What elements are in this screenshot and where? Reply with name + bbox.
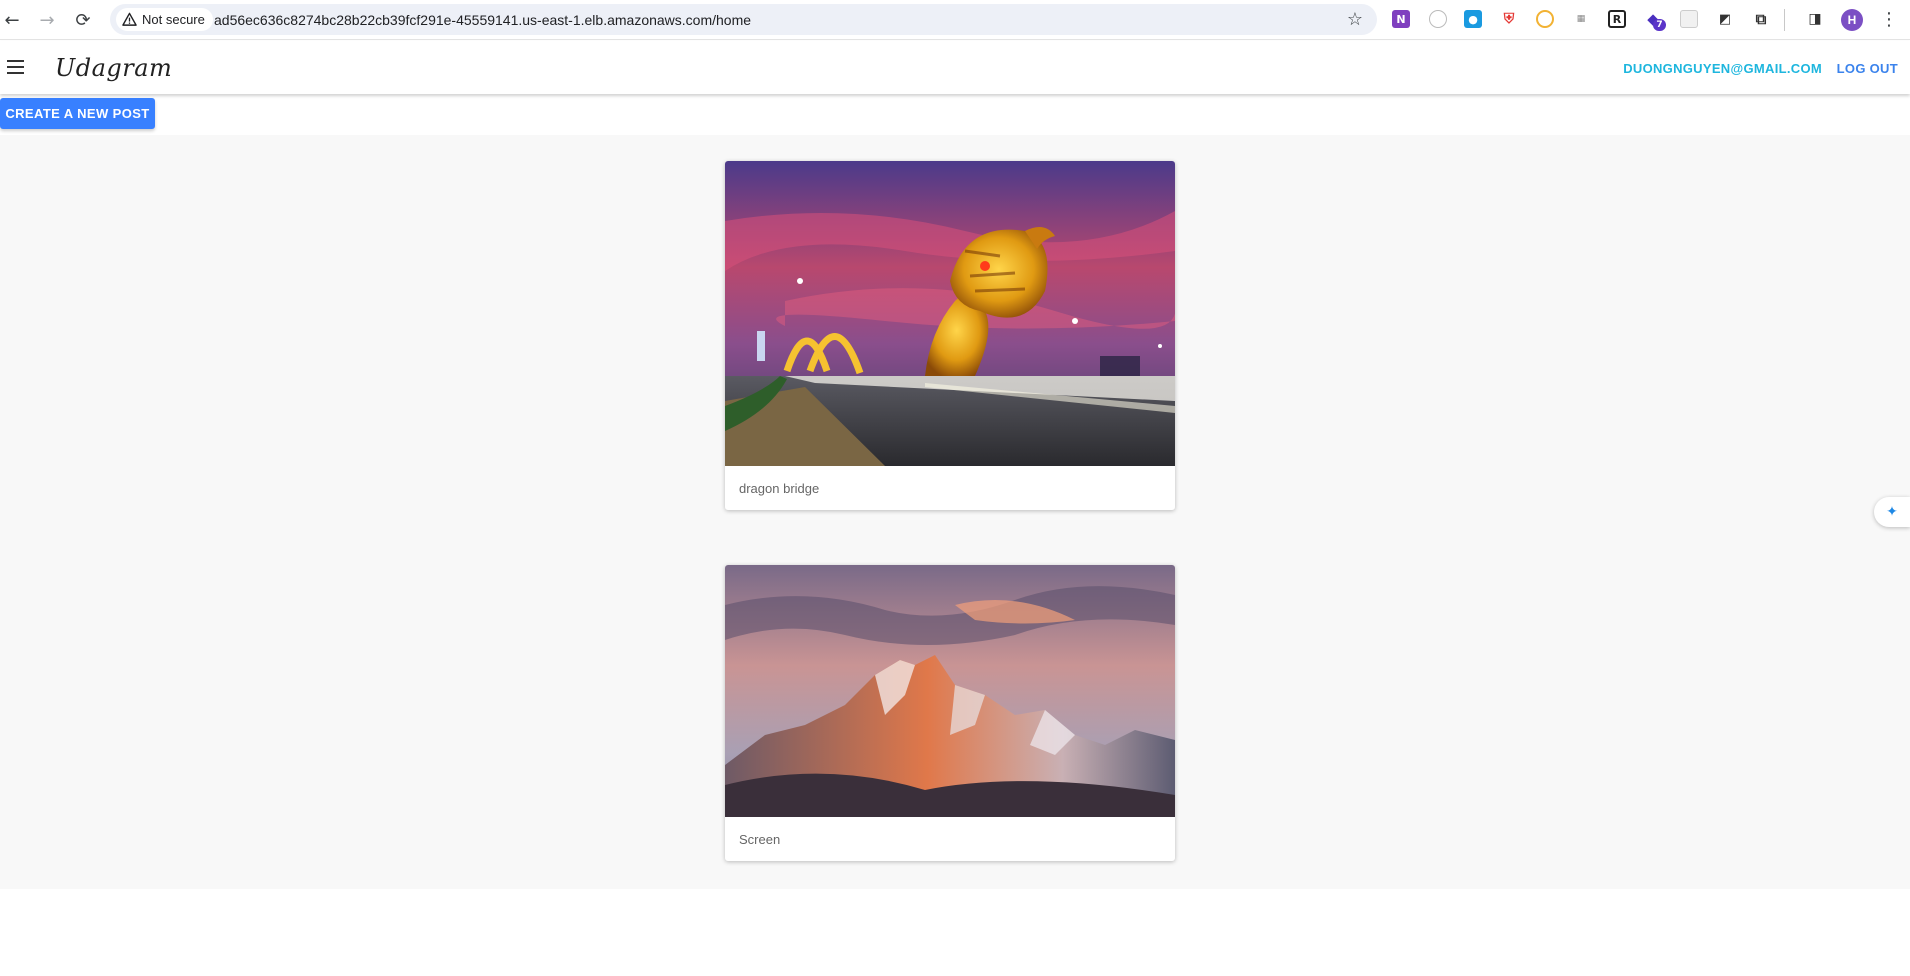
toolbar-divider <box>1784 9 1785 31</box>
shield-extension-icon[interactable]: ⛨ <box>1500 10 1518 28</box>
feed: dragon bridge Screen <box>0 135 1910 889</box>
extensions-puzzle-icon[interactable]: ⧉ <box>1752 10 1770 28</box>
sparkle-drop-icon[interactable]: ✦ <box>1874 497 1910 527</box>
dragon-bridge-image <box>725 161 1175 466</box>
browser-toolbar: ← → ⟳ Not secure ad56ec636c8274bc28b22cb… <box>0 0 1910 40</box>
puzzle-small-extension-icon[interactable]: ▦ <box>1572 10 1590 28</box>
extension-badge: 7 <box>1653 19 1666 31</box>
blank-extension-icon[interactable] <box>1680 10 1698 28</box>
forward-icon[interactable]: → <box>36 9 58 31</box>
readwise-extension-icon[interactable]: R <box>1608 10 1626 28</box>
timer-extension-icon[interactable] <box>1429 10 1447 28</box>
address-bar[interactable]: Not secure ad56ec636c8274bc28b22cb39fcf2… <box>110 4 1377 35</box>
reload-icon[interactable]: ⟳ <box>72 9 94 31</box>
logout-button[interactable]: LOG OUT <box>1837 61 1898 76</box>
warning-icon <box>122 12 137 26</box>
user-email-link[interactable]: DUONGNGUYEN@GMAIL.COM <box>1623 61 1822 76</box>
back-icon[interactable]: ← <box>1 9 23 31</box>
feed-card: dragon bridge <box>725 161 1175 510</box>
app-header: Udagram DUONGNGUYEN@GMAIL.COM LOG OUT <box>0 41 1910 94</box>
side-panel-icon[interactable]: ◨ <box>1806 10 1824 28</box>
hamburger-menu-icon[interactable] <box>7 60 24 74</box>
mountain-image <box>725 565 1175 817</box>
feed-card: Screen <box>725 565 1175 861</box>
bookmark-star-icon[interactable]: ☆ <box>1347 9 1363 30</box>
url-text[interactable]: ad56ec636c8274bc28b22cb39fcf291e-4555914… <box>214 12 751 28</box>
post-caption: Screen <box>739 831 781 847</box>
grid-extension-icon[interactable]: ◩ <box>1716 10 1734 28</box>
color-picker-extension-icon[interactable] <box>1536 10 1554 28</box>
post-caption: dragon bridge <box>739 480 820 496</box>
graduation-cap-extension-icon[interactable]: ◆ 7 <box>1644 10 1666 31</box>
kebab-menu-icon[interactable]: ⋮ <box>1880 9 1898 30</box>
create-post-button[interactable]: CREATE A NEW POST <box>0 98 155 129</box>
onenote-extension-icon[interactable]: N <box>1392 10 1410 28</box>
security-chip[interactable]: Not secure <box>116 8 213 31</box>
profile-avatar[interactable]: H <box>1841 9 1863 31</box>
security-label: Not secure <box>142 12 205 27</box>
drop-extension-icon[interactable]: ● <box>1464 10 1482 28</box>
brand-title[interactable]: Udagram <box>55 54 172 82</box>
